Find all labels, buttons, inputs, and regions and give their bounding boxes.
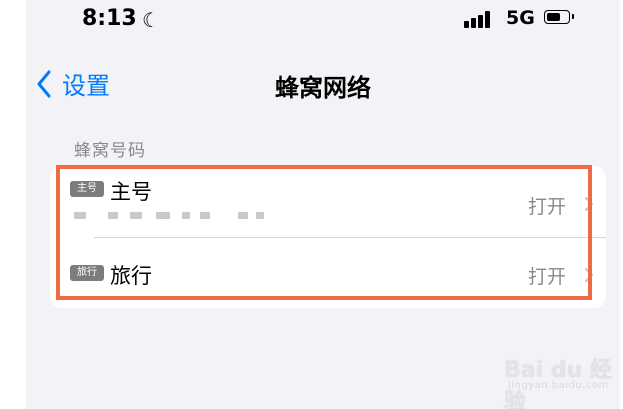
line-name: 旅行 xyxy=(110,264,152,288)
battery-icon xyxy=(544,10,574,24)
line-row-travel[interactable]: 旅行 旅行 打开 xyxy=(50,238,606,308)
chevron-right-icon xyxy=(585,268,593,282)
line-status: 打开 xyxy=(527,266,566,288)
network-type: 5G xyxy=(506,7,535,29)
phone-screen: 8:13 ☾ 5G 设置 蜂窝网络 蜂窝号码 主号 主号 打开 旅行 旅行 打开… xyxy=(26,0,620,409)
watermark-url: jingyan.baidu.com xyxy=(508,380,609,391)
line-status: 打开 xyxy=(527,196,566,218)
line-badge: 旅行 xyxy=(70,265,104,281)
cellular-signal-icon xyxy=(464,10,494,28)
page-title: 蜂窝网络 xyxy=(275,74,371,102)
status-time: 8:13 xyxy=(82,6,137,31)
section-header: 蜂窝号码 xyxy=(74,141,146,161)
cellular-lines-group: 主号 主号 打开 旅行 旅行 打开 xyxy=(50,166,606,308)
chevron-right-icon xyxy=(585,197,593,211)
line-name: 主号 xyxy=(110,180,152,204)
moon-icon: ☾ xyxy=(142,8,160,32)
line-badge: 主号 xyxy=(70,181,104,197)
masked-phone-number xyxy=(70,210,270,222)
baidu-watermark: Bai du 经验 jingyan.baidu.com xyxy=(504,352,620,409)
line-row-primary[interactable]: 主号 主号 打开 xyxy=(50,166,606,236)
